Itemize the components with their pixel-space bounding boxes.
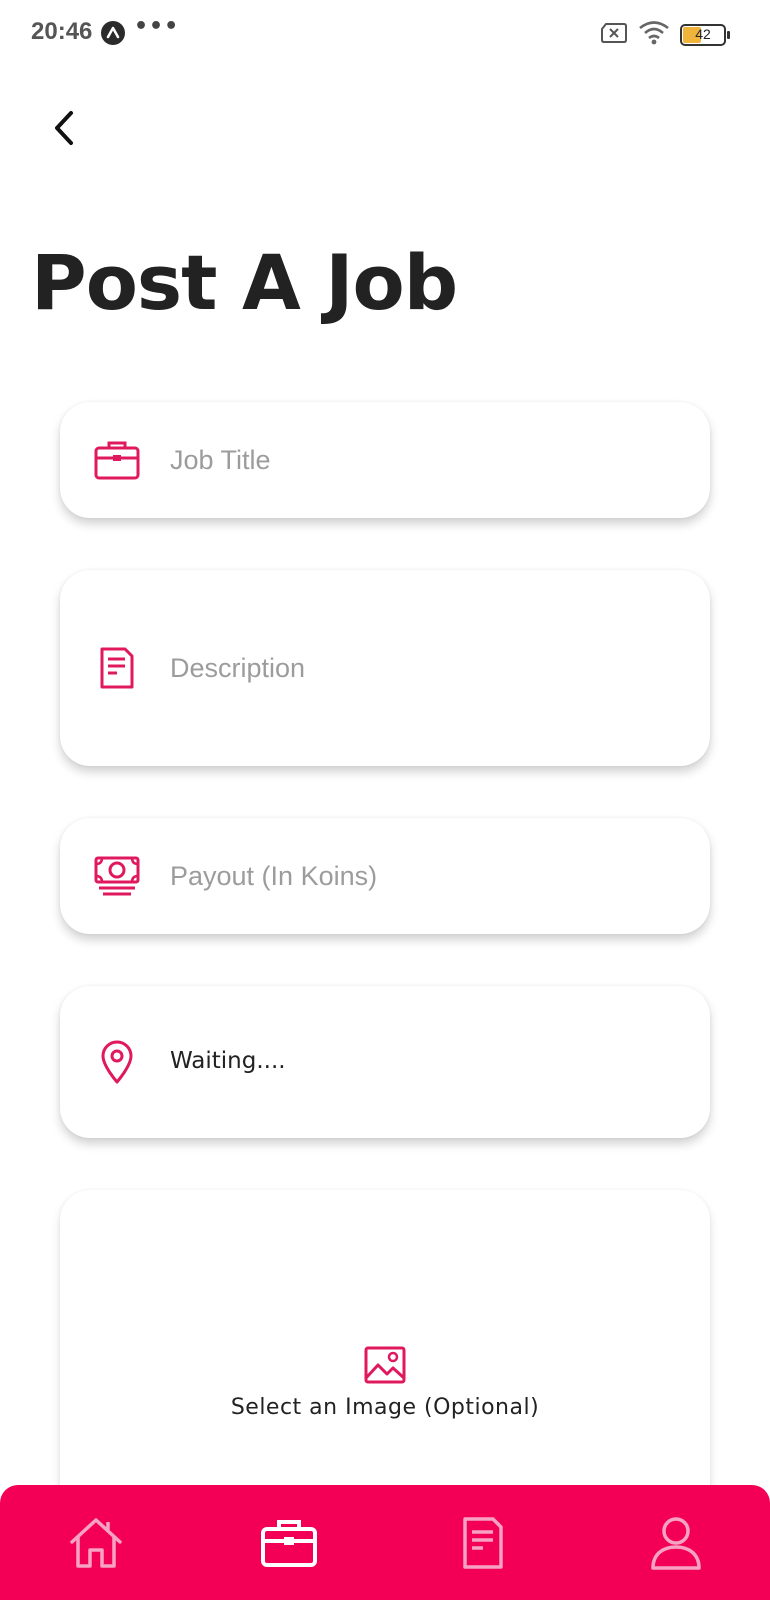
nav-item-jobs[interactable]: [239, 1485, 339, 1600]
image-icon: [363, 1345, 407, 1385]
more-notifications-icon: •••: [134, 14, 180, 39]
home-icon: [70, 1517, 122, 1568]
image-picker[interactable]: Select an Image (Optional): [60, 1190, 710, 1520]
image-picker-label: Select an Image (Optional): [230, 1395, 540, 1420]
description-field[interactable]: Description: [60, 570, 710, 766]
chevron-left-icon: [55, 111, 73, 145]
briefcase-icon: [92, 435, 142, 485]
wifi-icon: [638, 20, 670, 50]
profile-icon: [651, 1516, 701, 1570]
page-title: Post A Job: [31, 238, 458, 327]
job-title-field[interactable]: Job Title: [60, 402, 710, 518]
status-time: 20:46: [31, 18, 93, 45]
location-value: Waiting....: [170, 1048, 286, 1074]
document-icon: [463, 1516, 503, 1569]
status-bar: 20:46 ••• 42: [0, 0, 770, 68]
location-pin-icon: [92, 1037, 142, 1087]
nav-item-documents[interactable]: [433, 1485, 533, 1600]
document-icon: [92, 643, 142, 693]
job-title-input[interactable]: Job Title: [170, 445, 271, 476]
payout-field[interactable]: Payout (In Koins): [60, 818, 710, 934]
nav-item-profile[interactable]: [626, 1485, 726, 1600]
back-button[interactable]: [44, 100, 84, 156]
app-notification-icon: [101, 21, 125, 45]
no-sim-icon: [600, 22, 628, 48]
nav-item-home[interactable]: [46, 1485, 146, 1600]
briefcase-icon: [261, 1519, 317, 1567]
payout-input[interactable]: Payout (In Koins): [170, 861, 377, 892]
bottom-nav: [0, 1485, 770, 1600]
description-input[interactable]: Description: [170, 653, 305, 684]
location-field[interactable]: Waiting....: [60, 986, 710, 1138]
money-icon: [92, 851, 142, 901]
battery-level: 42: [695, 26, 711, 42]
battery-icon: 42: [680, 24, 730, 46]
